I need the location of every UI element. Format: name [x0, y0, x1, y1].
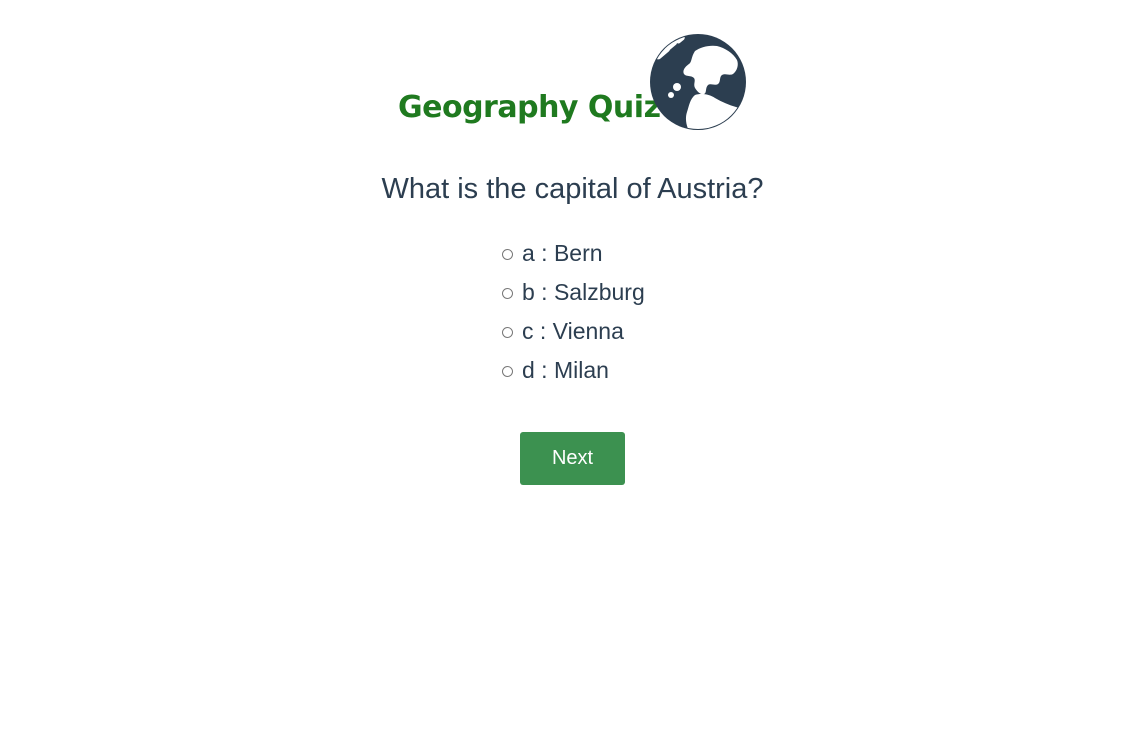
answer-label-c: c : Vienna [522, 318, 624, 344]
answer-options: a : Bern b : Salzburg c : Vienna d : Mil… [502, 234, 802, 390]
radio-button-a[interactable] [502, 249, 513, 260]
radio-button-c[interactable] [502, 327, 513, 338]
answer-option-b[interactable]: b : Salzburg [502, 273, 802, 312]
next-button[interactable]: Next [520, 432, 625, 485]
answer-option-a[interactable]: a : Bern [502, 234, 802, 273]
answer-label-a: a : Bern [522, 240, 603, 266]
quiz-header: Geography Quiz [398, 33, 748, 133]
answer-option-c[interactable]: c : Vienna [502, 312, 802, 351]
radio-button-b[interactable] [502, 288, 513, 299]
answer-label-d: d : Milan [522, 357, 609, 383]
radio-button-d[interactable] [502, 366, 513, 377]
answer-option-d[interactable]: d : Milan [502, 351, 802, 390]
app-title: Geography Quiz [398, 90, 661, 125]
globe-icon [649, 33, 747, 131]
answer-label-b: b : Salzburg [522, 279, 645, 305]
question-text: What is the capital of Austria? [381, 173, 764, 205]
